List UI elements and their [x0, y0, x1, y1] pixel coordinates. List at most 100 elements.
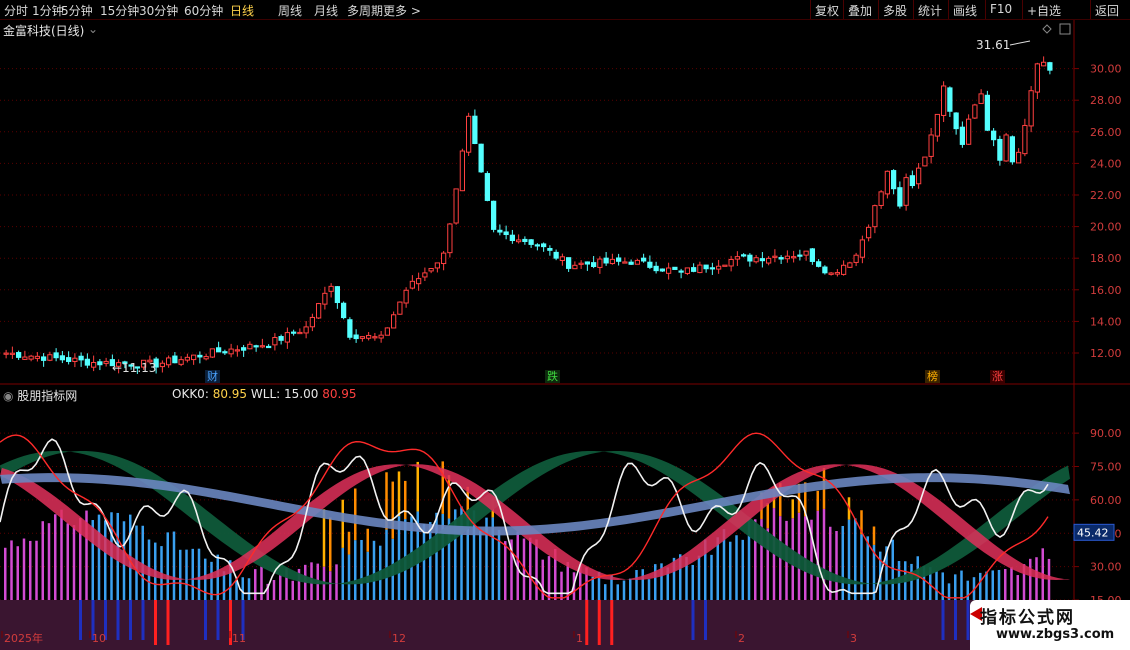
candle-down — [647, 261, 653, 268]
histogram-bar — [604, 584, 607, 600]
toolbar-item-3[interactable]: 15分钟 — [100, 2, 139, 19]
candle-up — [728, 258, 734, 267]
candle-up — [259, 345, 265, 348]
event-marker-0[interactable]: 财 — [205, 370, 220, 383]
chart-canvas[interactable]: 30.00 28.00 26.00 24.00 22.00 20.00 18.00 16.00… — [0, 20, 1130, 650]
histogram-bar-top — [347, 531, 351, 555]
candle-up — [847, 262, 853, 268]
histogram-bar — [1029, 558, 1032, 600]
histogram-bar — [985, 571, 988, 600]
histogram-bar — [16, 546, 19, 600]
candle-down — [1047, 62, 1053, 71]
histogram-bar — [616, 584, 619, 600]
candle-up — [316, 303, 322, 319]
histogram-bar — [647, 579, 651, 600]
candle-up — [328, 285, 334, 292]
candle-down — [503, 231, 509, 236]
toolbar-item-1[interactable]: 1分钟 — [32, 2, 64, 19]
toolbar-item-4[interactable]: 30分钟 — [139, 2, 178, 19]
histogram-bar — [191, 548, 194, 600]
signal-stick — [166, 600, 170, 645]
toolbar-right-item-6[interactable]: +自选 — [1027, 2, 1061, 19]
histogram-bar — [866, 536, 869, 600]
histogram-bar — [479, 530, 482, 600]
histogram-bar-top — [791, 499, 794, 519]
histogram-bar-top — [341, 499, 344, 548]
signal-stick — [116, 600, 120, 640]
candle-down — [628, 261, 634, 265]
candle-down — [897, 187, 903, 207]
indicator-tick-label: 90.00 — [1090, 427, 1122, 440]
candle-up — [609, 258, 615, 265]
histogram-bar — [710, 554, 713, 600]
signal-stick — [129, 600, 132, 640]
signal-stick — [954, 600, 957, 640]
histogram-bar — [247, 578, 251, 600]
histogram-bar — [422, 523, 426, 600]
candle-up — [384, 327, 390, 336]
candle-down — [797, 254, 803, 257]
candle-up — [916, 167, 922, 185]
event-marker-3[interactable]: 涨 — [990, 370, 1005, 383]
histogram-bar — [635, 570, 638, 600]
time-axis-label: 10 — [92, 632, 106, 645]
toolbar-separator — [985, 0, 986, 19]
candle-down — [522, 238, 528, 242]
candle-down — [541, 243, 547, 248]
histogram-bar — [629, 578, 632, 600]
candle-down — [709, 267, 715, 270]
candle-up — [903, 177, 909, 206]
window-toggle-icon[interactable] — [1059, 23, 1071, 35]
toolbar-right-item-0[interactable]: 复权 — [815, 2, 839, 19]
candle-down — [66, 357, 72, 362]
toolbar-separator — [1090, 0, 1091, 19]
candle-down — [216, 347, 222, 353]
toolbar-item-6[interactable]: 日线 — [230, 2, 254, 19]
candle-up — [722, 264, 728, 267]
toolbar-item-10[interactable]: 更多 > — [383, 2, 421, 19]
candle-up — [9, 352, 15, 355]
candle-down — [691, 267, 697, 272]
toolbar-item-5[interactable]: 60分钟 — [184, 2, 223, 19]
diamond-icon[interactable] — [1042, 24, 1052, 34]
watermark-url: www.zbgs3.com — [996, 627, 1115, 642]
toolbar-right-item-2[interactable]: 多股 — [883, 2, 907, 19]
toolbar-item-2[interactable]: 5分钟 — [61, 2, 93, 19]
candle-down — [891, 170, 897, 190]
toolbar-item-7[interactable]: 周线 — [278, 2, 302, 19]
candle-up — [28, 355, 34, 360]
candle-up — [853, 254, 859, 263]
candle-up — [784, 255, 790, 260]
candle-up — [416, 278, 422, 285]
event-marker-2[interactable]: 榜 — [925, 370, 940, 383]
histogram-bar-top — [416, 461, 419, 512]
toolbar-right-item-7[interactable]: 返回 — [1095, 2, 1119, 19]
histogram-bar — [72, 525, 76, 600]
toolbar-item-0[interactable]: 分时 — [4, 2, 28, 19]
candle-up — [434, 262, 440, 269]
toolbar-item-9[interactable]: 多周期 — [347, 2, 383, 19]
candle-down — [547, 248, 553, 251]
toolbar-right-item-4[interactable]: 画线 — [953, 2, 977, 19]
candle-up — [716, 265, 722, 270]
indicator-tick-label: 30.00 — [1090, 561, 1122, 574]
histogram-bar — [179, 549, 182, 600]
event-marker-1[interactable]: 跌 — [545, 370, 560, 383]
candle-down — [172, 355, 178, 364]
candle-down — [341, 302, 347, 319]
candle-down — [534, 244, 540, 247]
candle-up — [3, 352, 9, 355]
time-axis-label: 12 — [392, 632, 406, 645]
toolbar-right-item-3[interactable]: 统计 — [918, 2, 942, 19]
candle-up — [697, 264, 703, 274]
histogram-bar-top — [366, 528, 369, 552]
toolbar-item-8[interactable]: 月线 — [314, 2, 338, 19]
candle-down — [603, 257, 609, 264]
toolbar-right-item-5[interactable]: F10 — [990, 2, 1012, 16]
candle-up — [459, 150, 465, 192]
candle-down — [747, 254, 753, 262]
candle-up — [866, 226, 872, 239]
candle-down — [78, 355, 84, 361]
histogram-bar — [372, 540, 376, 600]
toolbar-right-item-1[interactable]: 叠加 — [848, 2, 872, 19]
